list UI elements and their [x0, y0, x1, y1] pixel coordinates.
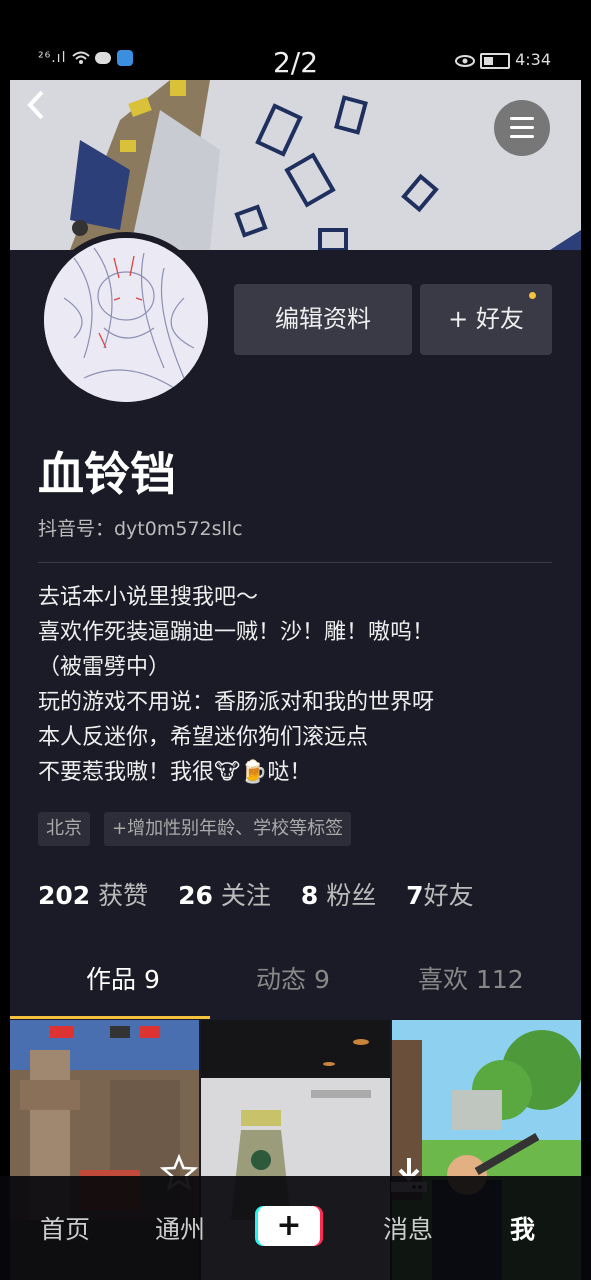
- content-tabs: 作品 9 动态 9 喜欢 112: [10, 960, 581, 1020]
- clock: 4:34: [515, 50, 551, 69]
- tab-works[interactable]: 作品 9: [86, 960, 160, 996]
- tab-dynamic[interactable]: 动态 9: [256, 960, 330, 996]
- avatar-sketch: [44, 238, 208, 402]
- active-tab-indicator: [10, 1016, 210, 1019]
- chevron-left-icon: [24, 90, 46, 131]
- likes-stat[interactable]: 202 获赞: [38, 876, 148, 912]
- battery-fill: [483, 56, 493, 65]
- nav-messages[interactable]: 消息: [383, 1210, 433, 1246]
- menu-line: [510, 126, 534, 129]
- friends-label: 好友: [423, 881, 474, 910]
- edit-profile-label: 编辑资料: [275, 305, 371, 333]
- following-stat[interactable]: 26 关注: [178, 876, 271, 912]
- edit-profile-button[interactable]: 编辑资料: [234, 284, 412, 355]
- avatar[interactable]: [38, 232, 214, 408]
- location-tag[interactable]: 北京: [38, 812, 90, 846]
- eye-icon: [454, 50, 480, 69]
- nav-city[interactable]: 通州: [155, 1210, 205, 1246]
- avatar-image: [44, 238, 208, 402]
- add-tags-button[interactable]: +增加性别年龄、学校等标签: [104, 812, 352, 846]
- friends-stat[interactable]: 7好友: [406, 876, 473, 912]
- add-friend-label: + 好友: [448, 305, 524, 333]
- profile-stats: 202 获赞 26 关注 8 粉丝 7好友: [38, 876, 496, 912]
- divider: [38, 562, 552, 563]
- friends-count: 7: [406, 881, 424, 910]
- following-label: 关注: [220, 881, 271, 910]
- battery-icon: [479, 52, 510, 69]
- tab-likes[interactable]: 喜欢 112: [418, 960, 524, 996]
- profile-bio: 去话本小说里搜我吧～ 喜欢作死装逼蹦迪一贼！沙！雕！嗷呜！ （被雷劈中） 玩的游…: [38, 585, 435, 785]
- profile-screen: 编辑资料 + 好友 血铃铛 抖音号：dyt0m572sllc 去话本小说里搜我吧…: [10, 80, 581, 1280]
- status-bar: ²⁶.ıl 2/2 4:34: [0, 0, 591, 80]
- create-video-button[interactable]: +: [258, 1206, 320, 1246]
- likes-label: 获赞: [98, 881, 149, 910]
- profile-name: 血铃铛: [38, 447, 176, 501]
- profile-banner[interactable]: [10, 80, 581, 250]
- bottom-nav: 首页 通州 + 消息 我: [0, 1176, 591, 1280]
- menu-line: [510, 135, 534, 138]
- notification-dot: [529, 292, 536, 299]
- plus-icon: +: [276, 1208, 302, 1243]
- nav-me[interactable]: 我: [510, 1210, 535, 1246]
- status-right: 4:34: [454, 50, 551, 69]
- hamburger-menu-icon: [510, 117, 534, 120]
- nav-home[interactable]: 首页: [40, 1210, 90, 1246]
- following-count: 26: [178, 881, 213, 910]
- menu-button[interactable]: [494, 100, 550, 156]
- douyin-id: 抖音号：dyt0m572sllc: [38, 518, 243, 540]
- followers-stat[interactable]: 8 粉丝: [301, 876, 376, 912]
- banner-artwork: [10, 80, 581, 250]
- likes-count: 202: [38, 881, 91, 910]
- add-friend-button[interactable]: + 好友: [420, 284, 552, 355]
- followers-label: 粉丝: [326, 881, 377, 910]
- followers-count: 8: [300, 881, 319, 910]
- back-button[interactable]: [24, 88, 46, 131]
